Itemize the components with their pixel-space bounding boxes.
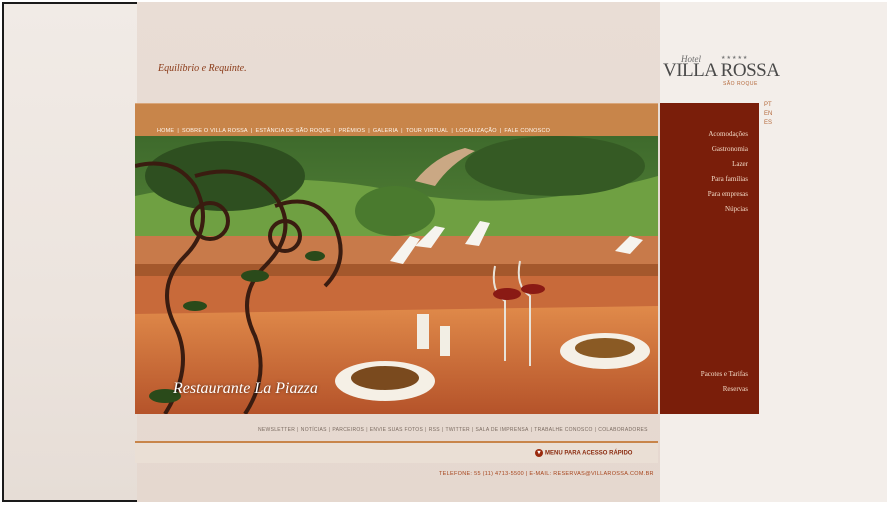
nav-separator: | [451, 128, 453, 134]
sidebar-item-acomodacoes[interactable]: Acomodações [708, 127, 748, 142]
quick-menu-toggle[interactable]: ▾ MENU PARA ACESSO RÁPIDO [535, 449, 632, 457]
nav-localizacao[interactable]: LOCALIZAÇÃO [456, 128, 497, 134]
logo-place: SÃO ROQUE [723, 81, 758, 87]
footer-link-imprensa[interactable]: SALA DE IMPRENSA [475, 427, 528, 433]
nav-separator: | [401, 128, 403, 134]
tagline: Equilíbrio e Requinte. [158, 63, 247, 74]
sidebar-item-reservas[interactable]: Reservas [701, 382, 748, 397]
sidebar-item-lazer[interactable]: Lazer [708, 157, 748, 172]
sidebar-item-familias[interactable]: Para famílias [708, 172, 748, 187]
hotel-logo[interactable]: Hotel ★★★★★ VILLA ROSSA SÃO ROQUE [663, 54, 780, 94]
contact-info: TELEFONE: 55 (11) 4713-5500 | E-MAIL: RE… [439, 471, 654, 477]
sidebar-item-gastronomia[interactable]: Gastronomia [708, 142, 748, 157]
footer-separator: | [594, 427, 597, 433]
hero-photo [135, 136, 658, 414]
footer-link-noticias[interactable]: NOTÍCIAS [301, 427, 327, 433]
nav-estancia[interactable]: ESTÂNCIA DE SÃO ROQUE [255, 128, 330, 134]
footer-separator: | [297, 427, 299, 433]
chevron-down-icon: ▾ [535, 449, 543, 457]
footer-separator: | [366, 427, 368, 433]
sidebar-item-pacotes[interactable]: Pacotes e Tarifas [701, 367, 748, 382]
main-nav: HOME | SOBRE O VILLA ROSSA | ESTÂNCIA DE SÃO… [135, 103, 658, 137]
nav-premios[interactable]: PRÊMIOS [339, 128, 366, 134]
language-switcher: PT EN ES [764, 101, 772, 128]
logo-name: VILLA ROSSA [663, 60, 780, 81]
footer-link-envie-fotos[interactable]: ENVIE SUAS FOTOS [370, 427, 423, 433]
nav-separator: | [499, 128, 502, 134]
footer-link-trabalhe[interactable]: TRABALHE CONOSCO [534, 427, 592, 433]
quick-menu-label: MENU PARA ACESSO RÁPIDO [545, 450, 633, 457]
language-pt[interactable]: PT [764, 101, 772, 110]
footer-links: NEWSLETTER | NOTÍCIAS | PARCEIROS | ENVIE SUAS… [258, 427, 648, 433]
footer-separator: | [425, 427, 427, 433]
footer-separator: | [530, 427, 533, 433]
sidebar-menu: Acomodações Gastronomia Lazer Para famíl… [660, 103, 759, 414]
nav-separator: | [250, 128, 253, 134]
footer-link-parceiros[interactable]: PARCEIROS [332, 427, 364, 433]
nav-fale-conosco[interactable]: FALE CONOSCO [504, 128, 550, 134]
hero-caption: Restaurante La Piazza [173, 380, 318, 397]
nav-tour-virtual[interactable]: TOUR VIRTUAL [406, 128, 449, 134]
nav-separator: | [177, 128, 179, 134]
nav-sobre[interactable]: SOBRE O VILLA ROSSA [182, 128, 248, 134]
footer-separator: | [471, 427, 474, 433]
sidebar-item-nupcias[interactable]: Núpcias [708, 202, 748, 217]
footer-separator: | [328, 427, 331, 433]
nav-separator: | [333, 128, 336, 134]
nav-home[interactable]: HOME [157, 128, 174, 134]
footer-link-colaboradores[interactable]: COLABORADORES [598, 427, 647, 433]
sidebar-item-empresas[interactable]: Para empresas [708, 187, 748, 202]
language-en[interactable]: EN [764, 110, 772, 119]
footer-link-twitter[interactable]: TWITTER [446, 427, 470, 433]
nav-separator: | [368, 128, 370, 134]
nav-galeria[interactable]: GALERIA [373, 128, 398, 134]
language-es[interactable]: ES [764, 119, 772, 128]
footer-separator: | [441, 427, 444, 433]
footer-link-newsletter[interactable]: NEWSLETTER [258, 427, 295, 433]
footer-link-rss[interactable]: RSS [429, 427, 440, 433]
